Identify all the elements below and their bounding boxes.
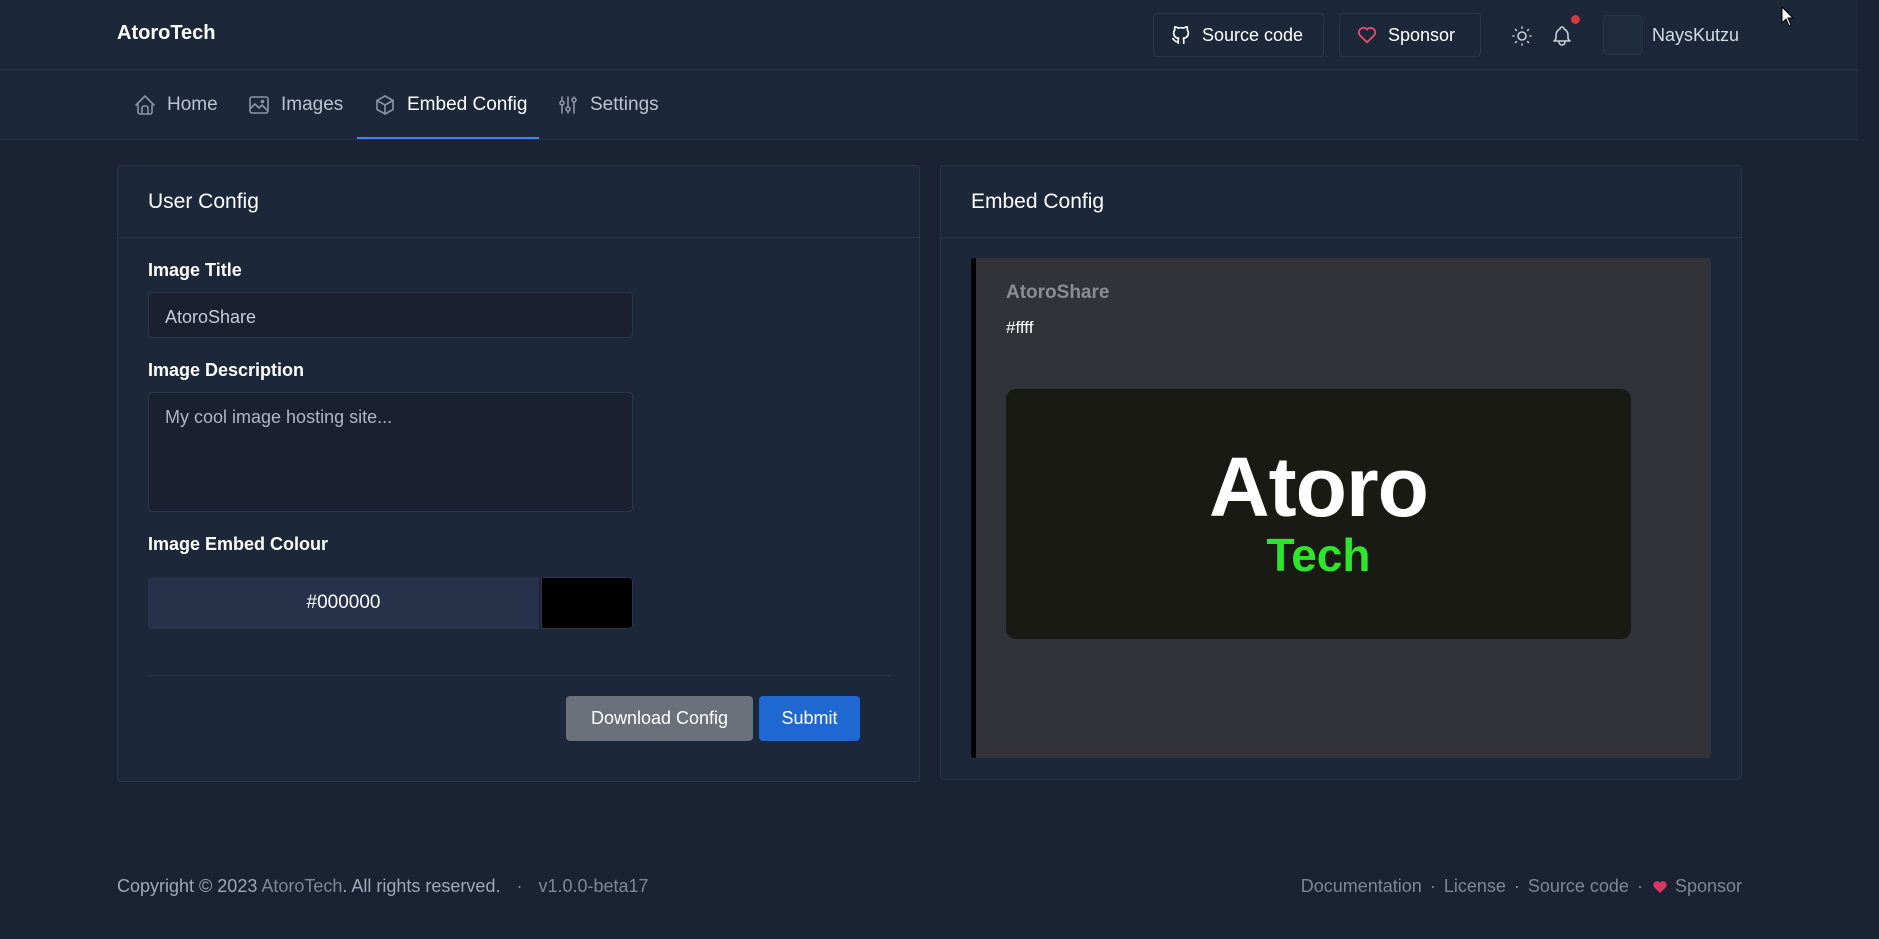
heart-icon bbox=[1653, 880, 1667, 893]
embed-config-card: Embed Config AtoroShare #ffff Atoro Tech bbox=[940, 165, 1742, 780]
footer-link-source-code[interactable]: Source code bbox=[1528, 876, 1629, 897]
tab-settings-label: Settings bbox=[590, 94, 659, 115]
mouse-cursor-icon bbox=[1781, 6, 1795, 27]
version-link[interactable]: v1.0.0-beta17 bbox=[538, 876, 648, 897]
sliders-icon bbox=[559, 96, 577, 114]
github-icon bbox=[1171, 25, 1190, 45]
sponsor-button[interactable]: Sponsor bbox=[1339, 13, 1481, 57]
tab-home-label: Home bbox=[167, 94, 218, 115]
notification-dot bbox=[1571, 15, 1580, 24]
main-nav: Home Images Embed Config Settings bbox=[0, 70, 1858, 140]
tab-home[interactable]: Home bbox=[133, 70, 218, 140]
card-divider bbox=[148, 675, 890, 676]
username[interactable]: NaysKutzu bbox=[1652, 25, 1739, 46]
embed-config-title: Embed Config bbox=[941, 166, 1741, 238]
image-icon bbox=[249, 96, 269, 114]
footer-link-license[interactable]: License bbox=[1444, 876, 1506, 897]
tab-settings[interactable]: Settings bbox=[556, 70, 659, 140]
source-code-label: Source code bbox=[1202, 24, 1304, 45]
tab-embed-config-label: Embed Config bbox=[407, 94, 528, 115]
logo-atoro-text: Atoro bbox=[1209, 440, 1429, 534]
embed-preview-title: AtoroShare bbox=[1006, 282, 1110, 303]
embed-colour-label: Image Embed Colour bbox=[148, 534, 329, 554]
submit-button[interactable]: Submit bbox=[759, 696, 860, 741]
page: AtoroTech Source code Sponsor NaysKutzu bbox=[0, 0, 1879, 939]
footer-links: Documentation · License · Source code · … bbox=[1301, 876, 1742, 897]
footer-copyright: Copyright © 2023 AtoroTech. All rights r… bbox=[117, 876, 649, 897]
user-config-card: User Config Image Title AtoroShare Image… bbox=[117, 165, 920, 782]
tab-images-label: Images bbox=[281, 94, 344, 115]
image-description-label: Image Description bbox=[148, 360, 305, 380]
copyright-suffix: . All rights reserved. bbox=[342, 876, 501, 896]
top-header: AtoroTech Source code Sponsor NaysKutzu bbox=[0, 0, 1858, 70]
embed-preview-image: Atoro Tech bbox=[1006, 389, 1631, 639]
active-tab-indicator bbox=[357, 137, 539, 139]
cube-icon bbox=[376, 95, 394, 115]
copyright-brand-link[interactable]: AtoroTech bbox=[261, 876, 342, 896]
embed-preview: AtoroShare #ffff Atoro Tech bbox=[971, 258, 1711, 758]
footer-separator: · bbox=[1429, 876, 1436, 896]
avatar[interactable] bbox=[1603, 15, 1643, 55]
sponsor-label: Sponsor bbox=[1388, 24, 1456, 45]
brand-logo[interactable]: AtoroTech bbox=[117, 22, 216, 45]
image-description-textarea[interactable]: My cool image hosting site... bbox=[148, 392, 633, 512]
home-icon bbox=[135, 95, 155, 115]
scrollbar-gutter[interactable] bbox=[1858, 0, 1879, 939]
embed-preview-description: #ffff bbox=[1006, 318, 1034, 337]
footer-separator: · bbox=[516, 876, 523, 896]
footer-separator: · bbox=[1636, 876, 1643, 896]
colour-picker-swatch[interactable] bbox=[541, 577, 633, 629]
source-code-button[interactable]: Source code bbox=[1153, 13, 1324, 57]
embed-colour-input[interactable]: #000000 bbox=[148, 577, 539, 629]
download-config-button[interactable]: Download Config bbox=[566, 696, 753, 741]
footer-link-documentation[interactable]: Documentation bbox=[1301, 876, 1422, 897]
footer-link-sponsor[interactable]: Sponsor bbox=[1675, 876, 1742, 897]
heart-icon bbox=[1357, 26, 1377, 44]
user-config-title: User Config bbox=[118, 166, 919, 238]
bell-icon[interactable] bbox=[1550, 24, 1574, 48]
image-title-label: Image Title bbox=[148, 260, 242, 280]
copyright-prefix: Copyright © 2023 bbox=[117, 876, 258, 896]
sun-icon[interactable] bbox=[1510, 24, 1534, 48]
image-title-input[interactable]: AtoroShare bbox=[148, 292, 633, 338]
tab-images[interactable]: Images bbox=[247, 70, 343, 140]
logo-tech-text: Tech bbox=[1266, 529, 1371, 581]
footer-separator: · bbox=[1513, 876, 1520, 896]
tab-embed-config[interactable]: Embed Config bbox=[373, 70, 527, 140]
